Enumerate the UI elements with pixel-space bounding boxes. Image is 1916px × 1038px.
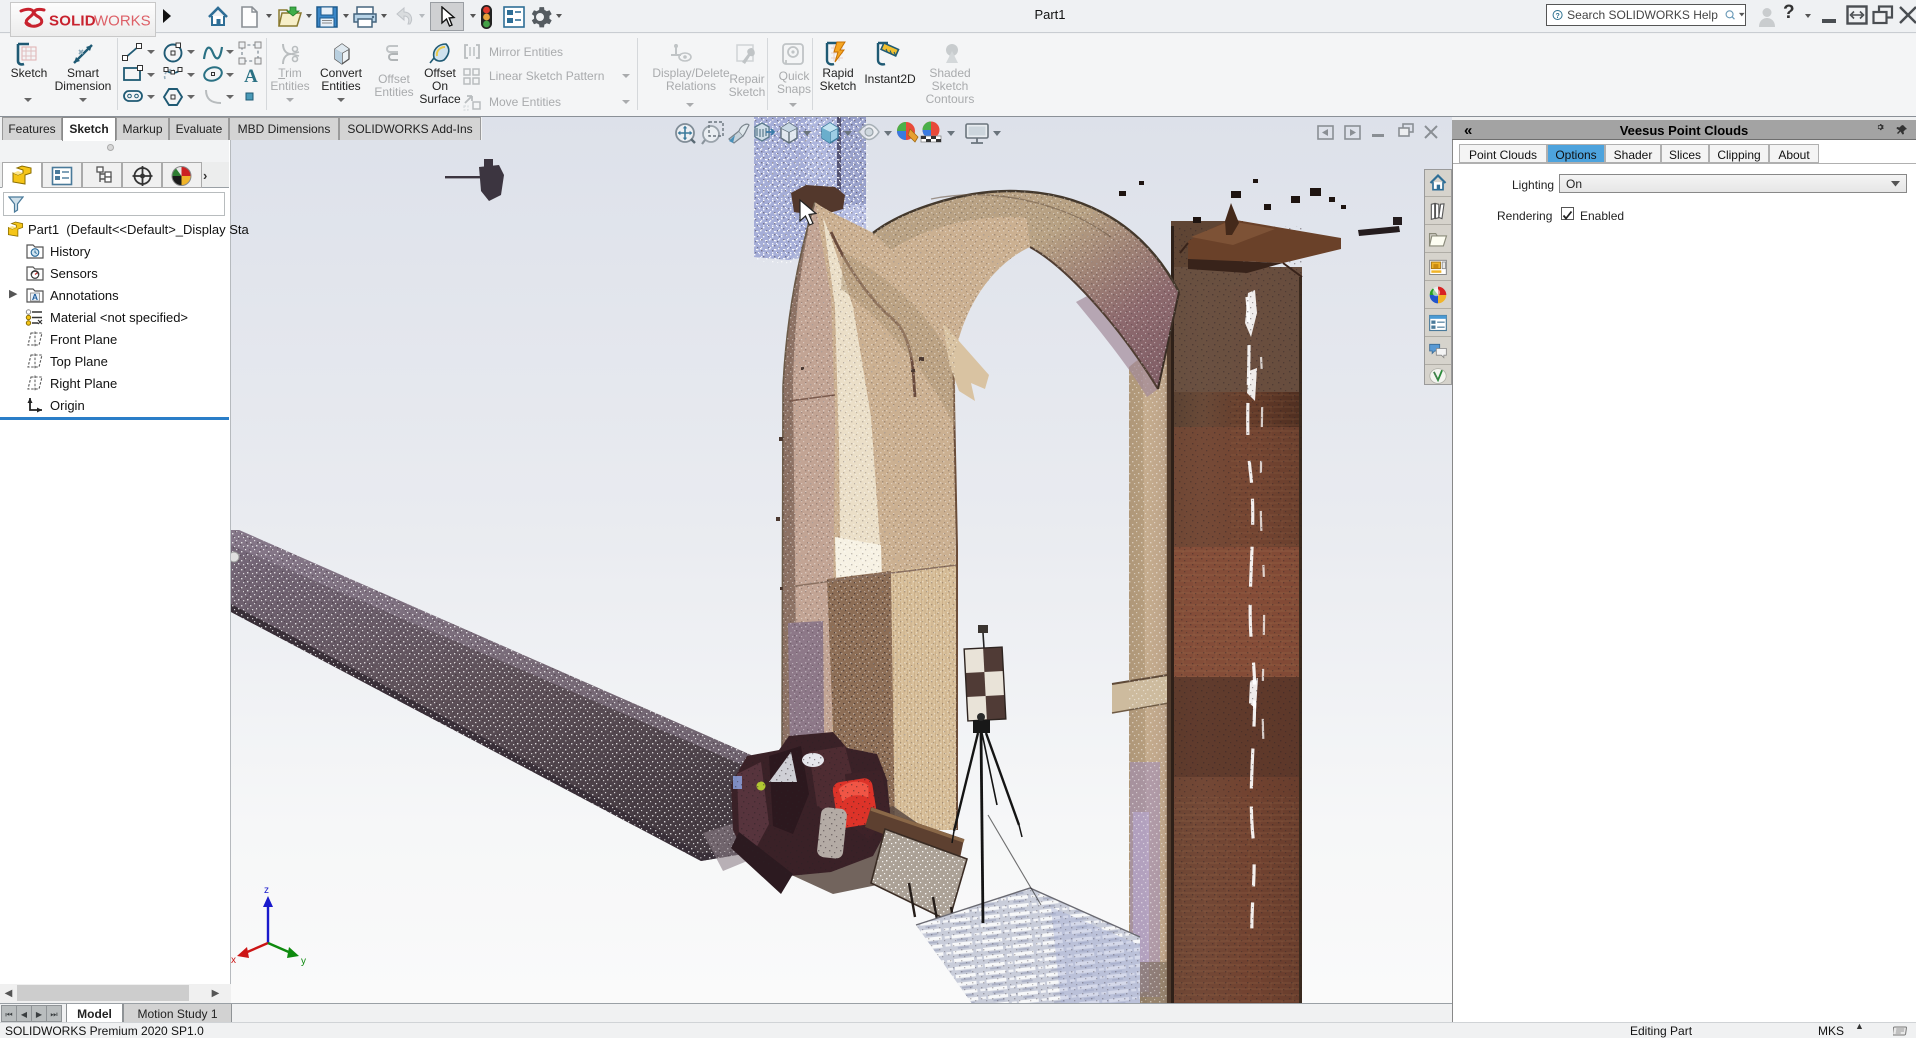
svg-text:?: ? [1555,13,1559,20]
svg-text:y: y [301,956,306,967]
svg-text:z: z [264,885,269,896]
svg-text:x: x [231,955,236,966]
svg-text:A: A [32,292,38,302]
svg-text:A: A [244,66,258,85]
